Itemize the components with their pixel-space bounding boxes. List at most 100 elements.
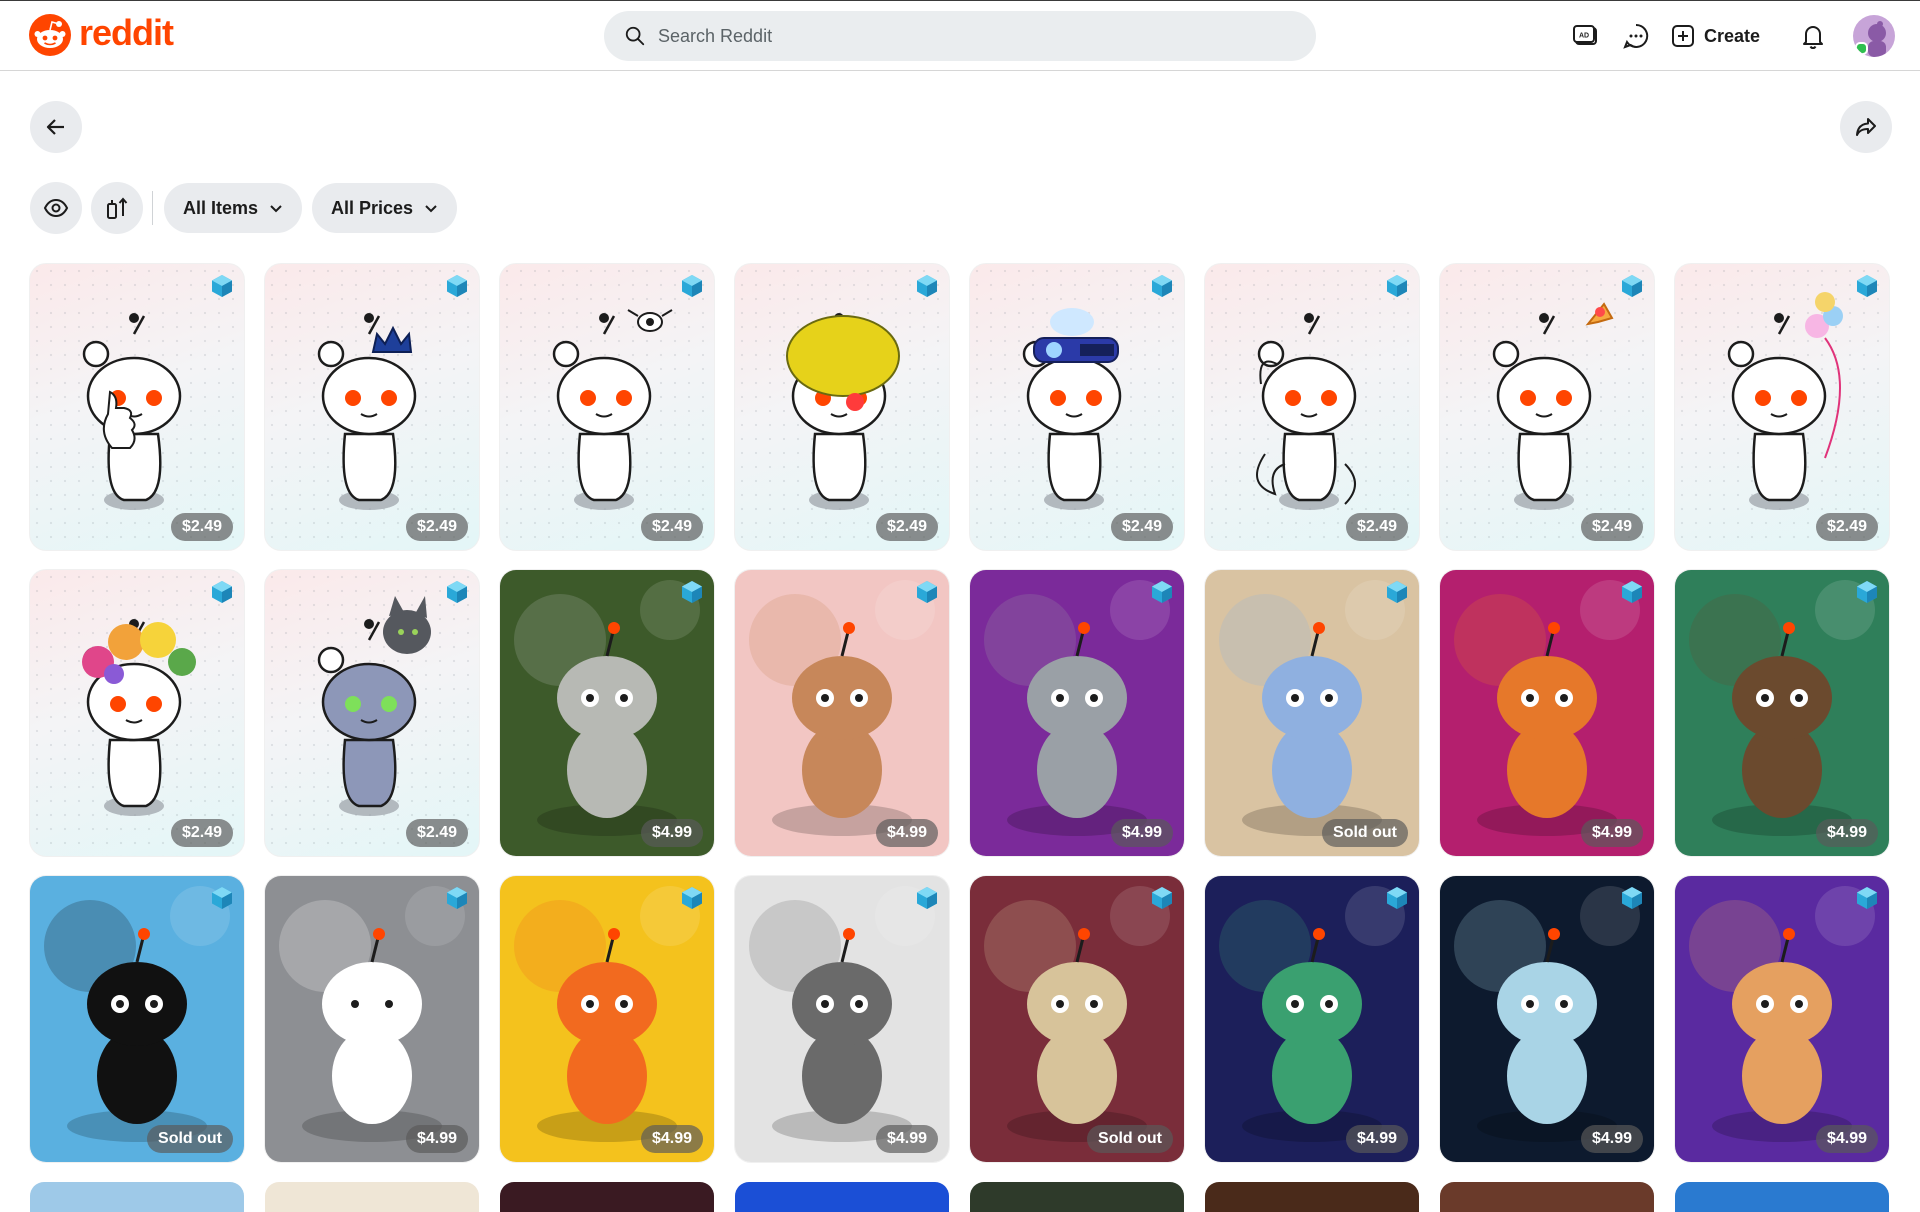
avatar-artwork — [82, 619, 196, 816]
avatar-card-partial[interactable] — [1205, 1182, 1419, 1212]
avatar-artwork — [1727, 292, 1843, 510]
visibility-toggle-button[interactable] — [30, 182, 82, 234]
avatar-card[interactable]: $2.49 — [1440, 264, 1654, 550]
avatar-card[interactable]: $4.99 — [265, 876, 479, 1162]
price-badge: $2.49 — [640, 513, 703, 541]
user-avatar[interactable] — [1853, 15, 1895, 57]
price-badge: $4.99 — [1110, 819, 1173, 847]
price-badge: $4.99 — [640, 819, 703, 847]
avatar-card[interactable]: Sold out — [1205, 570, 1419, 856]
collectible-gem-icon — [209, 273, 235, 299]
avatar-card[interactable]: $2.49 — [735, 264, 949, 550]
avatar-artwork — [317, 596, 431, 816]
search-bar[interactable] — [604, 11, 1316, 61]
price-badge: Sold out — [1087, 1125, 1173, 1153]
price-badge: $4.99 — [1580, 1125, 1643, 1153]
avatar-artwork — [970, 876, 1184, 1162]
avatar-card-partial[interactable] — [1440, 1182, 1654, 1212]
price-badge: $2.49 — [1110, 513, 1173, 541]
reddit-logo[interactable]: reddit — [29, 12, 174, 56]
avatar-card-partial[interactable] — [735, 1182, 949, 1212]
price-badge: $4.99 — [1815, 819, 1878, 847]
collectible-gem-icon — [444, 885, 470, 911]
avatar-artwork — [735, 570, 949, 856]
collectible-gem-icon — [1619, 579, 1645, 605]
avatar-card[interactable]: $4.99 — [1205, 876, 1419, 1162]
avatar-card[interactable]: $2.49 — [1205, 264, 1419, 550]
price-badge: $4.99 — [875, 1125, 938, 1153]
avatar-card[interactable]: $4.99 — [970, 570, 1184, 856]
collectible-gem-icon — [209, 885, 235, 911]
price-badge: $4.99 — [1345, 1125, 1408, 1153]
avatar-card[interactable]: $4.99 — [500, 570, 714, 856]
avatar-card[interactable]: $2.49 — [265, 570, 479, 856]
share-icon — [1856, 118, 1876, 136]
all-prices-dropdown[interactable]: All Prices — [312, 183, 458, 233]
bell-icon — [1803, 26, 1823, 49]
avatar-artwork — [735, 876, 949, 1162]
avatar-card[interactable]: $4.99 — [1675, 570, 1889, 856]
logo-wordmark: reddit — [79, 12, 174, 53]
price-badge: $4.99 — [405, 1125, 468, 1153]
price-badge: Sold out — [147, 1125, 233, 1153]
chevron-down-icon — [425, 205, 437, 213]
collectible-gem-icon — [679, 579, 705, 605]
avatar-artwork — [500, 876, 714, 1162]
collectible-gem-icon — [914, 885, 940, 911]
toolbar-divider — [152, 191, 153, 225]
avatar-artwork — [1256, 313, 1357, 510]
avatar-card[interactable]: $4.99 — [500, 876, 714, 1162]
price-badge: $4.99 — [875, 819, 938, 847]
avatar-card[interactable]: $2.49 — [500, 264, 714, 550]
avatar-card[interactable]: $4.99 — [735, 876, 949, 1162]
avatar-artwork — [1205, 876, 1419, 1162]
chat-button[interactable] — [1617, 17, 1655, 55]
avatar-card[interactable]: $2.49 — [1675, 264, 1889, 550]
avatar-card[interactable]: $2.49 — [30, 570, 244, 856]
snoo-logo-icon — [29, 14, 71, 56]
avatar-card[interactable]: $2.49 — [30, 264, 244, 550]
collectible-gem-icon — [1149, 579, 1175, 605]
advertise-icon: AD — [1573, 25, 1597, 45]
all-prices-label: All Prices — [331, 197, 414, 218]
avatar-card-partial[interactable] — [30, 1182, 244, 1212]
avatar-card[interactable]: $4.99 — [1440, 876, 1654, 1162]
arrow-left-icon — [46, 119, 64, 135]
all-items-dropdown[interactable]: All Items — [164, 183, 303, 233]
price-badge: $2.49 — [170, 513, 233, 541]
collectible-gem-icon — [679, 273, 705, 299]
avatar-card-partial[interactable] — [265, 1182, 479, 1212]
share-button[interactable] — [1840, 101, 1892, 153]
avatar-artwork — [1022, 308, 1122, 510]
price-badge: $4.99 — [640, 1125, 703, 1153]
create-button[interactable]: Create — [1670, 17, 1760, 55]
avatar-artwork — [1440, 570, 1654, 856]
avatar-card-partial[interactable] — [1675, 1182, 1889, 1212]
search-icon — [625, 26, 645, 46]
notifications-button[interactable] — [1794, 17, 1832, 55]
avatar-card[interactable]: $2.49 — [970, 264, 1184, 550]
avatar-card[interactable]: Sold out — [30, 876, 244, 1162]
avatar-card-partial[interactable] — [500, 1182, 714, 1212]
avatar-card-partial[interactable] — [970, 1182, 1184, 1212]
avatar-card[interactable]: $2.49 — [265, 264, 479, 550]
back-button[interactable] — [30, 101, 82, 153]
price-badge: Sold out — [1322, 819, 1408, 847]
all-items-label: All Items — [183, 197, 259, 218]
avatar-card[interactable]: $4.99 — [1675, 876, 1889, 1162]
advertise-button[interactable]: AD — [1567, 17, 1605, 55]
avatar-card[interactable]: Sold out — [970, 876, 1184, 1162]
avatar-artwork — [1492, 302, 1614, 510]
collectible-gem-icon — [1619, 273, 1645, 299]
avatar-card[interactable]: $4.99 — [1440, 570, 1654, 856]
sort-button[interactable] — [91, 182, 143, 234]
collectible-gem-icon — [914, 273, 940, 299]
price-badge: $2.49 — [1580, 513, 1643, 541]
search-input[interactable] — [656, 24, 1260, 48]
collectible-gem-icon — [1384, 579, 1410, 605]
avatar-artwork — [30, 876, 244, 1162]
price-badge: $2.49 — [1345, 513, 1408, 541]
collectible-gem-icon — [1854, 579, 1880, 605]
avatar-card[interactable]: $4.99 — [735, 570, 949, 856]
online-status-dot — [1855, 42, 1868, 55]
